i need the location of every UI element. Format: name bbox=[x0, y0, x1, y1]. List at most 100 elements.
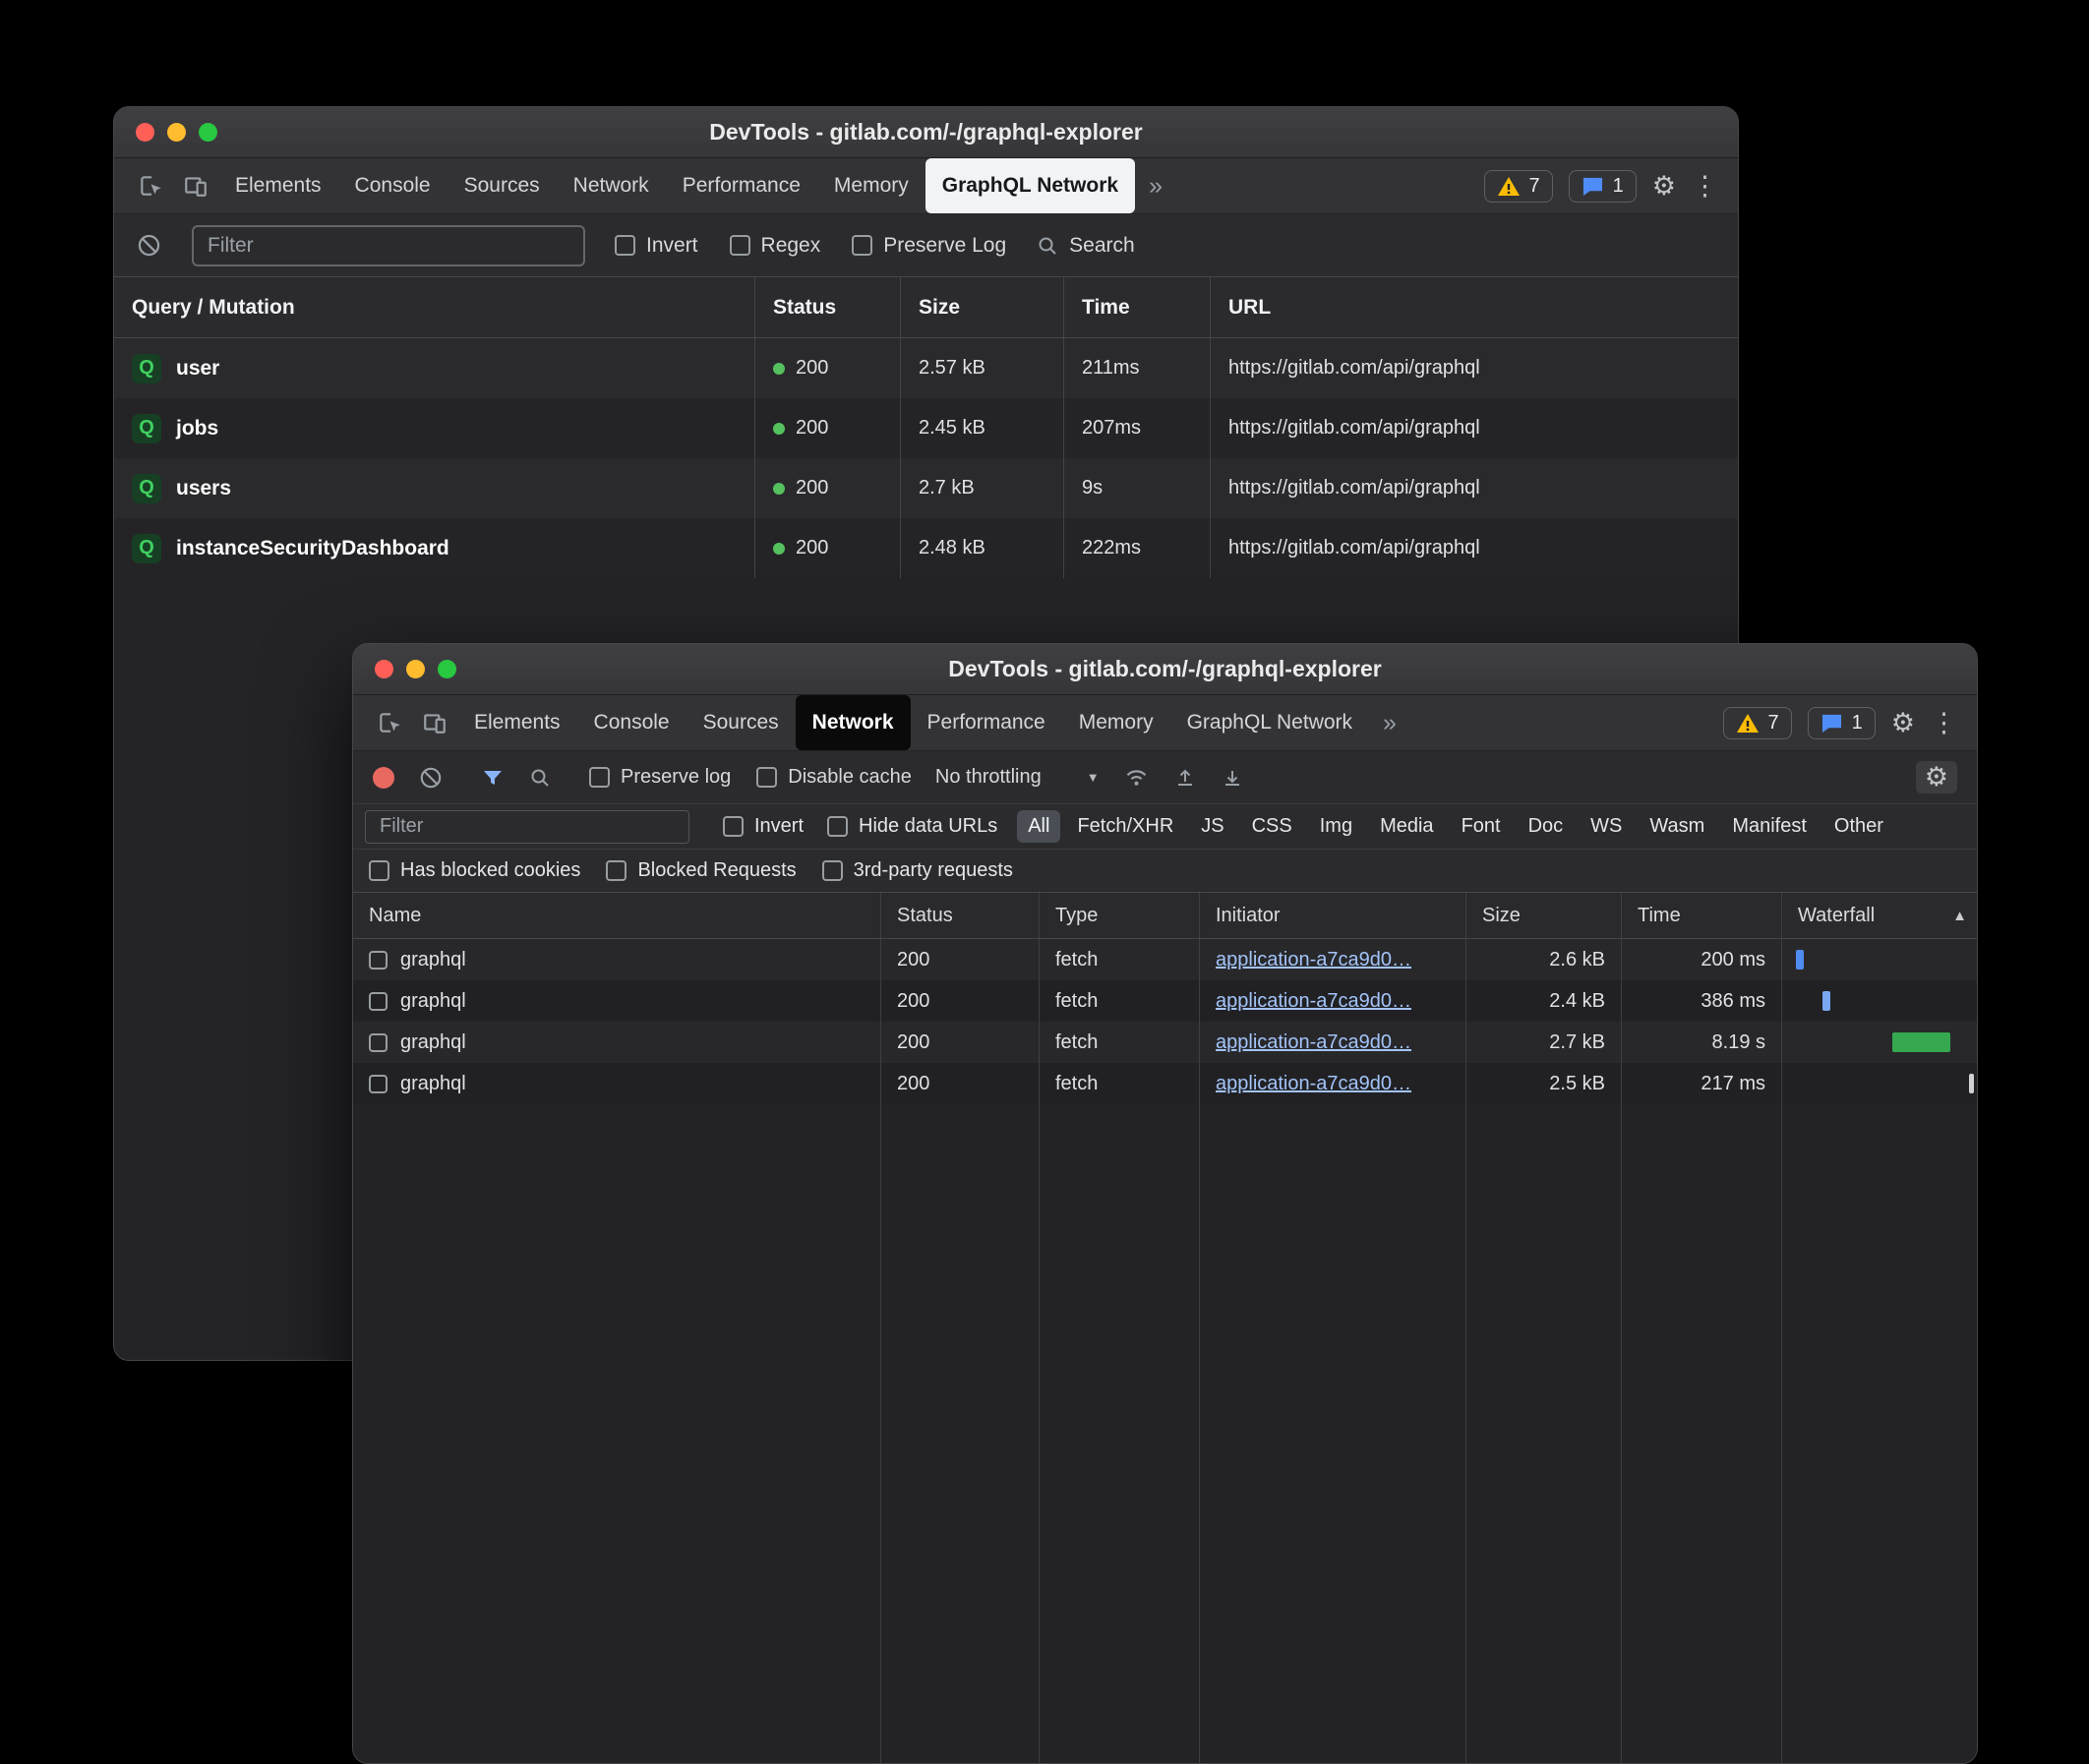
zoom-button[interactable] bbox=[438, 660, 456, 678]
col-time[interactable]: Time bbox=[1621, 893, 1781, 938]
devtools-tab[interactable]: Memory bbox=[1062, 695, 1170, 750]
inspect-element-icon[interactable] bbox=[367, 695, 412, 750]
minimize-button[interactable] bbox=[167, 123, 186, 142]
col-url[interactable]: URL bbox=[1210, 277, 1738, 337]
col-type[interactable]: Type bbox=[1039, 893, 1199, 938]
filter-checkbox[interactable]: Invert bbox=[723, 815, 804, 838]
device-toolbar-icon[interactable] bbox=[173, 158, 218, 213]
col-time[interactable]: Time bbox=[1063, 277, 1210, 337]
col-initiator[interactable]: Initiator bbox=[1199, 893, 1465, 938]
type-filter[interactable]: JS bbox=[1190, 810, 1234, 843]
toolbar-checkbox[interactable]: Disable cache bbox=[756, 766, 912, 789]
device-toolbar-icon[interactable] bbox=[412, 695, 457, 750]
throttling-dropdown[interactable]: No throttling ▼ bbox=[935, 766, 1100, 789]
blocked-checkbox[interactable]: Has blocked cookies bbox=[369, 859, 580, 882]
devtools-tab[interactable]: Performance bbox=[911, 695, 1062, 750]
warnings-badge[interactable]: 7 bbox=[1484, 170, 1553, 203]
col-status[interactable]: Status bbox=[754, 277, 900, 337]
issues-badge[interactable]: 1 bbox=[1569, 170, 1637, 203]
settings-gear-icon[interactable]: ⚙ bbox=[1891, 710, 1915, 736]
col-status[interactable]: Status bbox=[880, 893, 1039, 938]
row-checkbox[interactable] bbox=[369, 992, 388, 1011]
devtools-tab[interactable]: Sources bbox=[686, 695, 796, 750]
filter-checkbox[interactable]: Hide data URLs bbox=[827, 815, 997, 838]
graphql-request-row[interactable]: Q user 200 2.57 kB 211ms https://gitlab.… bbox=[114, 338, 1738, 398]
blocked-checkbox[interactable]: 3rd-party requests bbox=[822, 859, 1013, 882]
network-settings-gear-icon[interactable]: ⚙ bbox=[1916, 761, 1957, 794]
col-name[interactable]: Name bbox=[353, 893, 880, 938]
block-icon[interactable] bbox=[136, 232, 162, 259]
devtools-tab[interactable]: Network bbox=[796, 695, 911, 750]
devtools-tab[interactable]: Sources bbox=[448, 158, 557, 213]
row-checkbox[interactable] bbox=[369, 1075, 388, 1093]
col-waterfall[interactable]: Waterfall ▲ bbox=[1781, 893, 1977, 938]
search-icon[interactable] bbox=[528, 766, 552, 790]
type-filter[interactable]: CSS bbox=[1241, 810, 1303, 843]
devtools-tab[interactable]: Performance bbox=[666, 158, 817, 213]
minimize-button[interactable] bbox=[406, 660, 425, 678]
network-request-row[interactable]: graphql 200 fetch application-a7ca9d0… 2… bbox=[353, 1063, 1977, 1104]
zoom-button[interactable] bbox=[199, 123, 217, 142]
export-har-icon[interactable] bbox=[1221, 766, 1244, 790]
devtools-tab[interactable]: Elements bbox=[457, 695, 577, 750]
type-filter[interactable]: Wasm bbox=[1639, 810, 1715, 843]
import-har-icon[interactable] bbox=[1173, 766, 1197, 790]
devtools-tab[interactable]: Elements bbox=[218, 158, 338, 213]
initiator-link[interactable]: application-a7ca9d0… bbox=[1216, 990, 1411, 1013]
close-button[interactable] bbox=[136, 123, 154, 142]
graphql-network-toolbar: Invert Regex Preserve Log Search bbox=[114, 214, 1738, 277]
devtools-tab[interactable]: Network bbox=[557, 158, 666, 213]
record-button[interactable] bbox=[373, 767, 394, 789]
network-request-row[interactable]: graphql 200 fetch application-a7ca9d0… 2… bbox=[353, 980, 1977, 1022]
devtools-tab[interactable]: GraphQL Network bbox=[925, 158, 1135, 213]
graphql-request-row[interactable]: Q instanceSecurityDashboard 200 2.48 kB … bbox=[114, 518, 1738, 578]
type-filter[interactable]: All bbox=[1017, 810, 1060, 843]
tab-label: Sources bbox=[464, 174, 540, 198]
type-filter[interactable]: Doc bbox=[1518, 810, 1575, 843]
col-size[interactable]: Size bbox=[900, 277, 1063, 337]
warnings-badge[interactable]: 7 bbox=[1723, 707, 1792, 739]
network-filter-input[interactable] bbox=[365, 810, 689, 844]
status-ok-dot bbox=[773, 423, 785, 435]
type-filter[interactable]: Fetch/XHR bbox=[1066, 810, 1184, 843]
toolbar-checkbox[interactable]: Regex bbox=[730, 234, 821, 258]
kebab-menu-icon[interactable]: ⋮ bbox=[1931, 710, 1957, 736]
filter-funnel-icon[interactable] bbox=[481, 766, 505, 790]
type-filter[interactable]: Media bbox=[1369, 810, 1444, 843]
blocked-checkbox[interactable]: Blocked Requests bbox=[606, 859, 796, 882]
devtools-tab[interactable]: GraphQL Network bbox=[1170, 695, 1369, 750]
type-filter[interactable]: Img bbox=[1309, 810, 1363, 843]
initiator-link[interactable]: application-a7ca9d0… bbox=[1216, 949, 1411, 971]
filter-input[interactable] bbox=[192, 225, 585, 266]
network-request-row[interactable]: graphql 200 fetch application-a7ca9d0… 2… bbox=[353, 939, 1977, 980]
type-filter[interactable]: Manifest bbox=[1721, 810, 1818, 843]
toolbar-checkbox[interactable]: Invert bbox=[615, 234, 698, 258]
toolbar-checkbox[interactable]: Preserve Log bbox=[852, 234, 1006, 258]
type-filter[interactable]: Font bbox=[1451, 810, 1512, 843]
graphql-request-row[interactable]: Q jobs 200 2.45 kB 207ms https://gitlab.… bbox=[114, 398, 1738, 458]
type-filter[interactable]: Other bbox=[1823, 810, 1894, 843]
more-tabs-button[interactable]: » bbox=[1135, 158, 1176, 213]
graphql-request-row[interactable]: Q users 200 2.7 kB 9s https://gitlab.com… bbox=[114, 458, 1738, 518]
settings-gear-icon[interactable]: ⚙ bbox=[1652, 173, 1676, 200]
initiator-link[interactable]: application-a7ca9d0… bbox=[1216, 1073, 1411, 1095]
col-query-mutation[interactable]: Query / Mutation bbox=[114, 277, 754, 337]
initiator-link[interactable]: application-a7ca9d0… bbox=[1216, 1031, 1411, 1054]
type-filter[interactable]: WS bbox=[1580, 810, 1633, 843]
search-control[interactable]: Search bbox=[1036, 234, 1135, 258]
issues-badge[interactable]: 1 bbox=[1808, 707, 1876, 739]
inspect-element-icon[interactable] bbox=[128, 158, 173, 213]
network-request-row[interactable]: graphql 200 fetch application-a7ca9d0… 2… bbox=[353, 1022, 1977, 1063]
clear-network-log-icon[interactable] bbox=[418, 765, 444, 791]
devtools-tab[interactable]: Console bbox=[338, 158, 448, 213]
more-tabs-button[interactable]: » bbox=[1369, 695, 1410, 750]
devtools-tab[interactable]: Memory bbox=[817, 158, 925, 213]
toolbar-checkbox[interactable]: Preserve log bbox=[589, 766, 731, 789]
devtools-tab[interactable]: Console bbox=[577, 695, 686, 750]
col-size[interactable]: Size bbox=[1465, 893, 1621, 938]
row-checkbox[interactable] bbox=[369, 951, 388, 970]
network-conditions-icon[interactable] bbox=[1123, 764, 1150, 791]
row-checkbox[interactable] bbox=[369, 1033, 388, 1052]
close-button[interactable] bbox=[375, 660, 393, 678]
kebab-menu-icon[interactable]: ⋮ bbox=[1692, 173, 1718, 200]
